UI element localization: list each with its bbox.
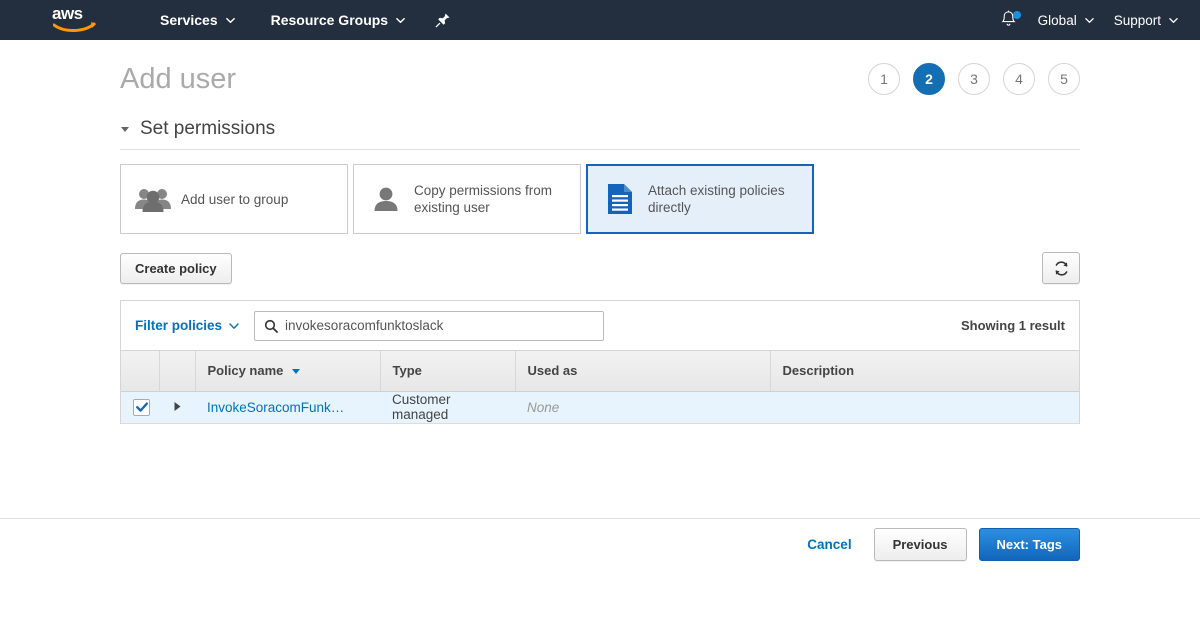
card-attach-existing-policies[interactable]: Attach existing policies directly bbox=[586, 164, 814, 234]
column-header-description[interactable]: Description bbox=[770, 351, 1079, 391]
step-indicator: 1 2 3 4 5 bbox=[868, 63, 1080, 95]
chevron-down-icon bbox=[226, 16, 235, 25]
nav-resource-groups[interactable]: Resource Groups bbox=[261, 0, 415, 40]
card-copy-permissions-label: Copy permissions from existing user bbox=[414, 182, 566, 216]
aws-logo[interactable]: aws bbox=[52, 5, 98, 35]
chevron-down-icon bbox=[1085, 16, 1094, 25]
chevron-down-icon bbox=[396, 16, 405, 25]
policy-search-value: invokesoracomfunktoslack bbox=[285, 318, 594, 333]
section-title: Set permissions bbox=[140, 118, 275, 140]
result-count-label: Showing 1 result bbox=[961, 318, 1065, 333]
nav-right-group: Global Support bbox=[996, 0, 1200, 40]
nav-region-label: Global bbox=[1038, 13, 1077, 28]
policy-name-link[interactable]: InvokeSoracomFunk… bbox=[207, 400, 368, 415]
filter-policies-dropdown[interactable]: Filter policies bbox=[135, 318, 238, 333]
page-header: Add user 1 2 3 4 5 bbox=[0, 40, 1200, 118]
nav-services[interactable]: Services bbox=[150, 0, 245, 40]
row-expand-cell bbox=[159, 391, 195, 423]
nav-support-menu[interactable]: Support bbox=[1104, 0, 1200, 40]
column-header-select bbox=[121, 351, 159, 391]
top-navigation-bar: aws Services Resource Groups bbox=[0, 0, 1200, 40]
refresh-button[interactable] bbox=[1042, 252, 1080, 284]
aws-logo-text: aws bbox=[52, 5, 98, 22]
column-header-used-as[interactable]: Used as bbox=[515, 351, 770, 391]
page-body: Add user 1 2 3 4 5 Set permissions bbox=[0, 40, 1200, 570]
next-tags-button[interactable]: Next: Tags bbox=[979, 528, 1081, 561]
cancel-link[interactable]: Cancel bbox=[807, 537, 851, 552]
policies-filter-bar: Filter policies invokesoracomfunktoslack bbox=[121, 301, 1079, 351]
caret-down-icon bbox=[120, 124, 130, 134]
policies-table: Policy name Type Used as Description bbox=[121, 351, 1079, 424]
section-header[interactable]: Set permissions bbox=[120, 118, 1080, 150]
card-copy-permissions[interactable]: Copy permissions from existing user bbox=[353, 164, 581, 234]
column-header-type[interactable]: Type bbox=[380, 351, 515, 391]
filter-policies-label: Filter policies bbox=[135, 318, 222, 333]
nav-resource-groups-label: Resource Groups bbox=[271, 12, 388, 28]
policy-toolbar: Create policy bbox=[120, 252, 1080, 284]
column-header-policy-name-label: Policy name bbox=[208, 363, 284, 378]
card-attach-existing-policies-label: Attach existing policies directly bbox=[648, 182, 798, 216]
card-add-user-to-group-label: Add user to group bbox=[181, 191, 288, 208]
table-row[interactable]: InvokeSoracomFunk… Customer managed None bbox=[121, 391, 1079, 423]
document-icon bbox=[602, 183, 638, 215]
policies-table-head: Policy name Type Used as Description bbox=[121, 351, 1079, 391]
expand-row-icon[interactable] bbox=[173, 401, 182, 412]
users-group-icon bbox=[135, 185, 171, 213]
row-select-cell bbox=[121, 391, 159, 423]
wizard-footer: Cancel Previous Next: Tags bbox=[0, 518, 1200, 570]
step-5[interactable]: 5 bbox=[1048, 63, 1080, 95]
nav-support-label: Support bbox=[1114, 13, 1161, 28]
step-2[interactable]: 2 bbox=[913, 63, 945, 95]
sort-descending-icon bbox=[291, 366, 301, 376]
chevron-down-icon bbox=[1169, 16, 1178, 25]
page-title: Add user bbox=[120, 63, 236, 96]
chevron-down-icon bbox=[229, 321, 238, 330]
create-policy-button[interactable]: Create policy bbox=[120, 253, 232, 284]
checkmark-icon bbox=[136, 402, 148, 413]
policies-panel: Filter policies invokesoracomfunktoslack bbox=[120, 300, 1080, 424]
card-add-user-to-group[interactable]: Add user to group bbox=[120, 164, 348, 234]
step-1[interactable]: 1 bbox=[868, 63, 900, 95]
set-permissions-section: Set permissions Add user to group bbox=[0, 118, 1200, 424]
column-header-policy-name[interactable]: Policy name bbox=[195, 351, 380, 391]
policies-table-body: InvokeSoracomFunk… Customer managed None bbox=[121, 391, 1079, 423]
step-4[interactable]: 4 bbox=[1003, 63, 1035, 95]
column-header-expand bbox=[159, 351, 195, 391]
used-as-value: None bbox=[527, 400, 559, 415]
row-type-cell: Customer managed bbox=[380, 391, 515, 423]
notifications-bell-button[interactable] bbox=[996, 8, 1022, 32]
user-icon bbox=[368, 185, 404, 213]
row-used-as-cell: None bbox=[515, 391, 770, 423]
row-checkbox[interactable] bbox=[133, 399, 150, 416]
step-3[interactable]: 3 bbox=[958, 63, 990, 95]
pin-icon[interactable] bbox=[435, 12, 451, 28]
nav-region-selector[interactable]: Global bbox=[1028, 0, 1104, 40]
table-header-row: Policy name Type Used as Description bbox=[121, 351, 1079, 391]
row-description-cell bbox=[770, 391, 1079, 423]
nav-services-label: Services bbox=[160, 12, 218, 28]
policy-search-input[interactable]: invokesoracomfunktoslack bbox=[254, 311, 604, 341]
row-policy-name-cell: InvokeSoracomFunk… bbox=[195, 391, 380, 423]
previous-button[interactable]: Previous bbox=[874, 528, 967, 561]
notification-dot-badge bbox=[1013, 11, 1021, 19]
refresh-icon bbox=[1053, 260, 1070, 277]
aws-smile-icon bbox=[53, 21, 97, 33]
search-icon bbox=[264, 319, 278, 333]
permission-option-cards: Add user to group Copy permissions from … bbox=[120, 164, 1080, 234]
